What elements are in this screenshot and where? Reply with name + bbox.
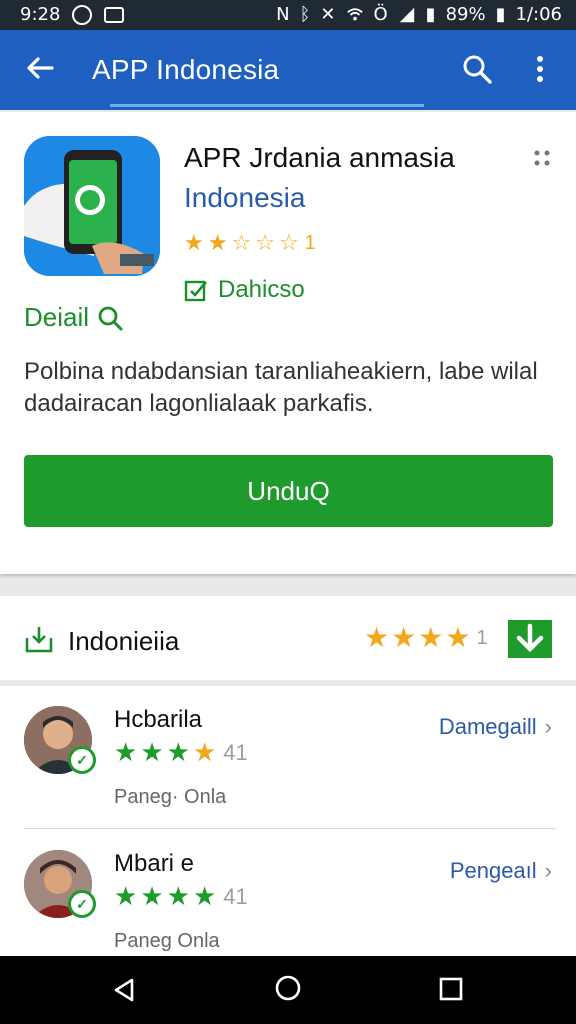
phone-illustration-icon [24, 136, 160, 276]
detail-link[interactable]: Deiail [24, 302, 123, 333]
review-rating: ★ ★ ★ ★ 41 [114, 740, 248, 766]
star-outline-icon: ☆ [255, 230, 275, 256]
battery-icon: ▮ [425, 4, 436, 25]
battery-icon-2: ▮ [495, 4, 506, 25]
nav-back-icon[interactable] [110, 976, 138, 1004]
review-rating: ★ ★ ★ ★ 41 [114, 884, 248, 910]
star-outline-icon: ☆ [231, 230, 252, 256]
detail-label: Deiail [24, 302, 90, 332]
rating-count: 1 [304, 232, 316, 254]
star-icon: ★ [207, 230, 228, 256]
review-count: 41 [223, 884, 248, 909]
review-link-label: Damegaill [438, 714, 537, 739]
star-icon: ★ [114, 882, 138, 912]
install-button[interactable]: UnduQ [24, 455, 553, 527]
section-rating-count: 1 [476, 626, 488, 649]
downloads-info: Dahicso [184, 276, 305, 304]
status-clock: 1/:06 [515, 4, 563, 25]
download-tray-icon [25, 627, 53, 653]
star-icon: ★ [114, 738, 138, 768]
section-title: Indonieiia [68, 626, 180, 656]
notification-icon [72, 4, 93, 25]
signal-icon [399, 7, 414, 22]
nav-home-icon[interactable] [274, 974, 302, 1002]
search-icon[interactable] [460, 52, 494, 86]
star-icon: ★ [445, 621, 471, 654]
checkbox-edit-icon [184, 280, 207, 302]
app-menu-icon[interactable] [532, 148, 552, 168]
chevron-right-icon: › [544, 858, 552, 883]
review-link-label: Pengeaıl [449, 858, 537, 883]
status-bar: 9:28 N ᛒ ✕ Ö ▮ 89% ▮ 1/:06 [0, 0, 576, 30]
battery-percent: 89% [445, 4, 486, 25]
review-count: 41 [223, 740, 248, 765]
review-meta: Paneg· Onla [114, 786, 227, 808]
alarm-icon: Ö [373, 4, 388, 25]
message-icon [104, 6, 125, 23]
star-icon: ★ [418, 621, 444, 654]
downloads-label: Dahicso [218, 276, 305, 303]
ratings-section-header: Indonieiia ★ ★ ★ ★ 1 [0, 596, 576, 680]
page-title: APP Indonesia [92, 54, 280, 85]
chevron-right-icon: › [544, 714, 552, 739]
app-subtitle: Indonesia [184, 182, 306, 213]
mute-icon: ✕ [320, 4, 336, 25]
star-icon: ★ [391, 621, 417, 654]
star-icon: ★ [140, 882, 164, 912]
review-link[interactable]: Pengeaıl › [450, 858, 552, 884]
reviews-list: ✓ Hcbarila ★ ★ ★ ★ 41 Paneg· Onla Damega… [0, 686, 576, 956]
list-item[interactable]: ✓ Mbari e ★ ★ ★ ★ 41 Paneg Onla Pengeaıl… [0, 830, 576, 964]
navigation-bar [0, 956, 576, 1024]
download-button[interactable] [508, 620, 552, 658]
reviewer-name: Mbari e [114, 850, 195, 877]
back-arrow-icon[interactable] [24, 52, 56, 84]
list-item[interactable]: ✓ Hcbarila ★ ★ ★ ★ 41 Paneg· Onla Damega… [0, 686, 576, 820]
app-icon [24, 136, 160, 276]
nfc-icon: N [276, 4, 290, 25]
tab-indicator [110, 104, 424, 107]
reviewer-name: Hcbarila [114, 706, 203, 733]
app-details-card: APR Jrdania anmasia Indonesia ★ ★ ☆ ☆ ☆ … [0, 112, 576, 574]
verified-badge-icon: ✓ [68, 746, 96, 774]
verified-badge-icon: ✓ [68, 890, 96, 918]
status-time: 9:28 [20, 4, 61, 25]
star-icon: ★ [192, 738, 217, 768]
app-bar: APP Indonesia [0, 30, 576, 110]
star-icon: ★ [166, 738, 190, 768]
review-link[interactable]: Damegaill › [439, 714, 552, 740]
wifi-icon [346, 7, 363, 20]
app-description: Polbina ndabdansian taranliaheakiern, la… [24, 358, 538, 417]
star-icon: ★ [140, 738, 164, 768]
app-name: APR Jrdania anmasia [184, 142, 455, 173]
bluetooth-icon: ᛒ [299, 4, 311, 25]
divider [24, 828, 556, 829]
section-rating: ★ ★ ★ ★ 1 [364, 624, 488, 652]
nav-recent-apps-icon[interactable] [438, 976, 464, 1002]
star-icon: ★ [166, 882, 190, 912]
star-outline-icon: ☆ [278, 230, 299, 256]
download-arrow-icon [516, 623, 544, 653]
more-options-icon[interactable] [528, 52, 552, 86]
search-icon [98, 306, 123, 330]
app-rating: ★ ★ ☆ ☆ ☆ 1 [184, 232, 316, 255]
star-icon: ★ [192, 882, 217, 912]
star-icon: ★ [364, 621, 390, 654]
star-icon: ★ [184, 230, 204, 256]
review-meta: Paneg Onla [114, 930, 220, 952]
